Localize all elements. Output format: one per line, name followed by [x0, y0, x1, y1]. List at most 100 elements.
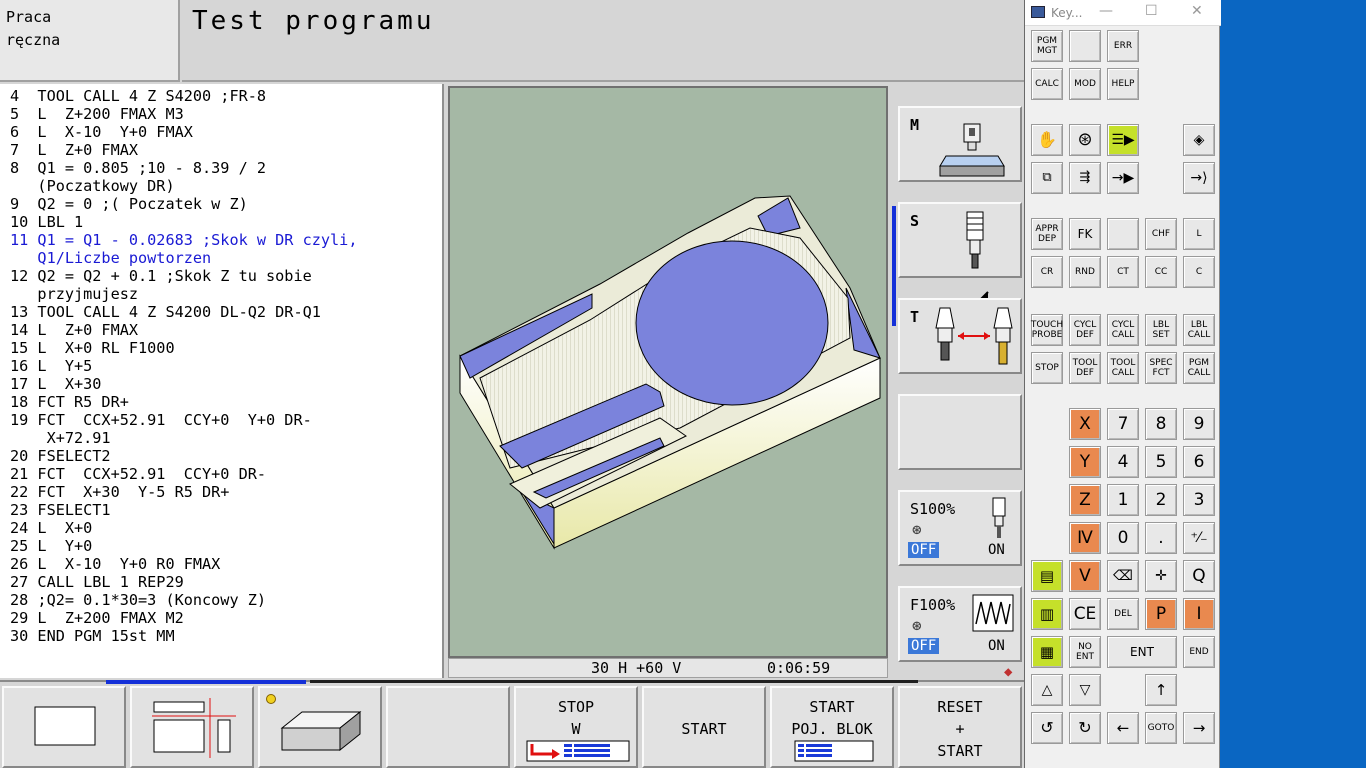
program-line[interactable]: 23 FSELECT1: [10, 501, 442, 519]
key-cr[interactable]: CR: [1031, 256, 1063, 288]
arrow-left-icon[interactable]: ←: [1107, 712, 1139, 744]
positioning-mdi-icon[interactable]: ⧉: [1031, 162, 1063, 194]
t-tool-button[interactable]: T: [898, 298, 1022, 374]
softkey-reset-start[interactable]: RESET + START: [898, 686, 1022, 768]
key-p[interactable]: P: [1145, 598, 1177, 630]
key-1[interactable]: 1: [1107, 484, 1139, 516]
key-blank[interactable]: [1069, 30, 1101, 62]
key-2[interactable]: 2: [1145, 484, 1177, 516]
key-i[interactable]: I: [1183, 598, 1215, 630]
key-8[interactable]: 8: [1145, 408, 1177, 440]
program-line[interactable]: (Poczatkowy DR): [10, 177, 442, 195]
program-line[interactable]: 20 FSELECT2: [10, 447, 442, 465]
program-line[interactable]: 30 END PGM 15st MM: [10, 627, 442, 645]
key-ce[interactable]: CE: [1069, 598, 1101, 630]
maximize-button[interactable]: ☐: [1145, 3, 1158, 19]
spindle-override-on[interactable]: ON: [988, 542, 1005, 558]
program-line[interactable]: 18 FCT R5 DR+: [10, 393, 442, 411]
feed-override-on[interactable]: ON: [988, 638, 1005, 654]
program-line[interactable]: 14 L Z+0 FMAX: [10, 321, 442, 339]
program-line[interactable]: 27 CALL LBL 1 REP29: [10, 573, 442, 591]
softkey-stop-w[interactable]: STOP W: [514, 686, 638, 768]
program-line[interactable]: 10 LBL 1: [10, 213, 442, 231]
key-err[interactable]: ERR: [1107, 30, 1139, 62]
backspace-icon[interactable]: ⌫: [1107, 560, 1139, 592]
softkey-view-3d[interactable]: [258, 686, 382, 768]
program-line[interactable]: 12 Q2 = Q2 + 0.1 ;Skok Z tu sobie: [10, 267, 442, 285]
key-spec-fct[interactable]: SPEC FCT: [1145, 352, 1177, 384]
program-line[interactable]: Q1/Liczbe powtorzen: [10, 249, 442, 267]
key-cycl-call[interactable]: CYCL CALL: [1107, 314, 1139, 346]
key-q[interactable]: Q: [1183, 560, 1215, 592]
program-line[interactable]: 28 ;Q2= 0.1*30=3 (Koncowy Z): [10, 591, 442, 609]
screen-toggle-icon[interactable]: ▦: [1031, 636, 1063, 668]
feed-override-off[interactable]: OFF: [908, 638, 940, 654]
program-edit-icon[interactable]: ◈: [1183, 124, 1215, 156]
single-block-mode-icon[interactable]: ☰▶: [1107, 124, 1139, 156]
key-axis-y[interactable]: Y: [1069, 446, 1101, 478]
key-pgm-mgt[interactable]: PGM MGT: [1031, 30, 1063, 62]
program-line[interactable]: 29 L Z+200 FMAX M2: [10, 609, 442, 627]
key-ent[interactable]: ENT: [1107, 636, 1177, 668]
key-touch-probe[interactable]: TOUCH PROBE: [1031, 314, 1063, 346]
program-line[interactable]: 17 L X+30: [10, 375, 442, 393]
softkey-start-single-block[interactable]: START POJ. BLOK: [770, 686, 894, 768]
nc-program-listing[interactable]: 4 TOOL CALL 4 Z S4200 ;FR-8 5 L Z+200 FMA…: [0, 84, 444, 678]
key-3[interactable]: 3: [1183, 484, 1215, 516]
program-line[interactable]: 26 L X-10 Y+0 R0 FMAX: [10, 555, 442, 573]
key-stop[interactable]: STOP: [1031, 352, 1063, 384]
key-rnd[interactable]: RND: [1069, 256, 1101, 288]
key-chf[interactable]: CHF: [1145, 218, 1177, 250]
page-up-icon[interactable]: △: [1031, 674, 1063, 706]
spindle-override[interactable]: S100% ⊛ OFF ON: [898, 490, 1022, 566]
key-mod[interactable]: MOD: [1069, 68, 1101, 100]
key-end[interactable]: END: [1183, 636, 1215, 668]
softkey-empty[interactable]: [386, 686, 510, 768]
test-run-icon[interactable]: →⟩: [1183, 162, 1215, 194]
rotate-right-icon[interactable]: ↻: [1069, 712, 1101, 744]
program-line[interactable]: 25 L Y+0: [10, 537, 442, 555]
program-line[interactable]: 24 L X+0: [10, 519, 442, 537]
key-cc[interactable]: CC: [1145, 256, 1177, 288]
key-line-l[interactable]: L: [1183, 218, 1215, 250]
key-sign[interactable]: ⁺⁄₋: [1183, 522, 1215, 554]
close-button[interactable]: ✕: [1191, 3, 1203, 19]
scroll-page-icon[interactable]: ◆: [1004, 664, 1012, 680]
handwheel-icon[interactable]: ⊛: [1069, 124, 1101, 156]
key-calc[interactable]: CALC: [1031, 68, 1063, 100]
key-pgm-call[interactable]: PGM CALL: [1183, 352, 1215, 384]
program-line[interactable]: 8 Q1 = 0.805 ;10 - 8.39 / 2: [10, 159, 442, 177]
key-lbl-set[interactable]: LBL SET: [1145, 314, 1177, 346]
program-line[interactable]: 22 FCT X+30 Y-5 R5 DR+: [10, 483, 442, 501]
program-line[interactable]: przyjmujesz: [10, 285, 442, 303]
actual-position-icon[interactable]: ✛: [1145, 560, 1177, 592]
key-tool-def[interactable]: TOOL DEF: [1069, 352, 1101, 384]
softkey-view-plan[interactable]: [2, 686, 126, 768]
key-blank-2[interactable]: [1107, 218, 1139, 250]
split-screen-icon[interactable]: ▥: [1031, 598, 1063, 630]
s-spindle-button[interactable]: S: [898, 202, 1022, 278]
arrow-up-icon[interactable]: ↑: [1145, 674, 1177, 706]
program-line[interactable]: 13 TOOL CALL 4 Z S4200 DL-Q2 DR-Q1: [10, 303, 442, 321]
key-axis-z[interactable]: Z: [1069, 484, 1101, 516]
key-axis-x[interactable]: X: [1069, 408, 1101, 440]
rotate-left-icon[interactable]: ↺: [1031, 712, 1063, 744]
softkey-view-3-plane[interactable]: [130, 686, 254, 768]
program-line[interactable]: 4 TOOL CALL 4 Z S4200 ;FR-8: [10, 87, 442, 105]
key-9[interactable]: 9: [1183, 408, 1215, 440]
program-line[interactable]: X+72.91: [10, 429, 442, 447]
program-line[interactable]: 5 L Z+200 FMAX M3: [10, 105, 442, 123]
spindle-override-off[interactable]: OFF: [908, 542, 940, 558]
key-5[interactable]: 5: [1145, 446, 1177, 478]
key-tool-call[interactable]: TOOL CALL: [1107, 352, 1139, 384]
program-line[interactable]: 15 L X+0 RL F1000: [10, 339, 442, 357]
page-down-icon[interactable]: ▽: [1069, 674, 1101, 706]
program-run-full-icon[interactable]: ⇶: [1069, 162, 1101, 194]
key-lbl-call[interactable]: LBL CALL: [1183, 314, 1215, 346]
hand-mode-icon[interactable]: ✋: [1031, 124, 1063, 156]
m-function-button[interactable]: M: [898, 106, 1022, 182]
screen-layout-icon[interactable]: ▤: [1031, 560, 1063, 592]
key-axis-v[interactable]: V: [1069, 560, 1101, 592]
feed-override[interactable]: F100% ⊛ OFF ON: [898, 586, 1022, 662]
key-decimal-point[interactable]: .: [1145, 522, 1177, 554]
